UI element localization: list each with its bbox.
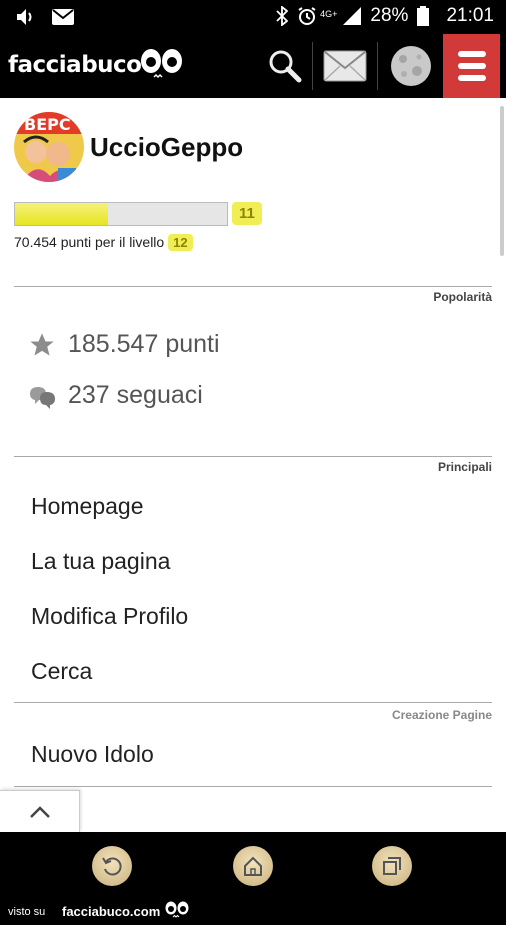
back-icon bbox=[102, 857, 122, 876]
chevron-up-icon bbox=[29, 805, 50, 818]
watermark-site: facciabuco.com bbox=[62, 904, 161, 919]
menu-item-new-idol[interactable]: Nuovo Idolo bbox=[31, 741, 154, 768]
next-level-badge: 12 bbox=[168, 234, 193, 251]
status-bar: 4G+ 28% 21:01 bbox=[0, 0, 506, 34]
divider bbox=[14, 286, 492, 287]
home-icon bbox=[244, 856, 262, 876]
svg-text:BEPC: BEPC bbox=[24, 115, 71, 134]
star-icon bbox=[30, 332, 54, 355]
message-icon bbox=[52, 9, 74, 25]
scrollbar[interactable] bbox=[500, 106, 504, 256]
points-text: 185.547 punti bbox=[68, 330, 220, 358]
menu-item-edit-profile[interactable]: Modifica Profilo bbox=[31, 603, 188, 630]
network-type: 4G+ bbox=[320, 9, 338, 19]
avatar-image: BEPC bbox=[14, 112, 84, 182]
alarm-icon bbox=[298, 7, 316, 25]
header-separator bbox=[377, 42, 378, 90]
xp-progress-bar bbox=[14, 202, 228, 226]
stat-points: 185.547 punti bbox=[28, 330, 220, 359]
mail-icon bbox=[323, 50, 367, 82]
divider bbox=[14, 702, 492, 703]
username[interactable]: UccioGeppo bbox=[90, 132, 243, 163]
menu-button[interactable] bbox=[443, 34, 500, 98]
eyes-watermark-icon bbox=[165, 901, 189, 918]
menu-icon bbox=[457, 75, 486, 81]
eyes-logo-icon bbox=[141, 49, 182, 79]
notifications-button[interactable] bbox=[384, 34, 438, 98]
points-to-next-level: 70.454 punti per il livello bbox=[14, 234, 165, 250]
battery-icon bbox=[417, 6, 430, 26]
battery-percent: 28% bbox=[370, 5, 409, 26]
bluetooth-icon bbox=[276, 6, 289, 26]
menu-item-your-page[interactable]: La tua pagina bbox=[31, 548, 170, 575]
back-button[interactable] bbox=[92, 846, 132, 886]
messages-button[interactable] bbox=[318, 34, 372, 98]
xp-progress-fill bbox=[15, 203, 109, 225]
recents-icon bbox=[383, 857, 401, 875]
divider bbox=[14, 456, 492, 457]
menu-item-homepage[interactable]: Homepage bbox=[31, 493, 144, 520]
volume-icon bbox=[17, 9, 32, 25]
section-label-main: Principali bbox=[437, 460, 492, 474]
menu-icon bbox=[457, 63, 486, 69]
system-nav-bar: visto su facciabuco.com bbox=[0, 832, 506, 925]
home-button[interactable] bbox=[233, 846, 273, 886]
menu-item-search[interactable]: Cerca bbox=[31, 658, 92, 685]
app-header: facciabuco bbox=[0, 34, 506, 98]
menu-panel: BEPC UccioGeppo 11 70.454 punti per il l… bbox=[0, 98, 506, 832]
menu-icon bbox=[457, 51, 486, 57]
stat-followers[interactable]: 237 seguaci bbox=[28, 381, 203, 410]
next-level-info: 70.454 punti per il livello 12 bbox=[14, 234, 193, 251]
clock: 21:01 bbox=[446, 5, 494, 26]
divider bbox=[14, 786, 492, 787]
section-label-page-creation: Creazione Pagine bbox=[391, 708, 492, 722]
search-button[interactable] bbox=[262, 34, 308, 98]
current-level-badge: 11 bbox=[232, 202, 262, 225]
followers-icon bbox=[30, 386, 55, 409]
facciabuco-logo[interactable]: facciabuco bbox=[8, 52, 142, 78]
watermark-text: visto su bbox=[8, 906, 46, 918]
header-separator bbox=[312, 42, 313, 90]
section-label-popularity: Popolarità bbox=[433, 290, 492, 304]
moon-icon bbox=[391, 46, 431, 86]
recents-button[interactable] bbox=[372, 846, 412, 886]
signal-icon bbox=[343, 7, 362, 25]
collapse-menu-button[interactable] bbox=[0, 790, 80, 832]
avatar[interactable]: BEPC bbox=[14, 112, 84, 182]
followers-text: 237 seguaci bbox=[68, 381, 203, 409]
search-icon bbox=[269, 50, 302, 83]
